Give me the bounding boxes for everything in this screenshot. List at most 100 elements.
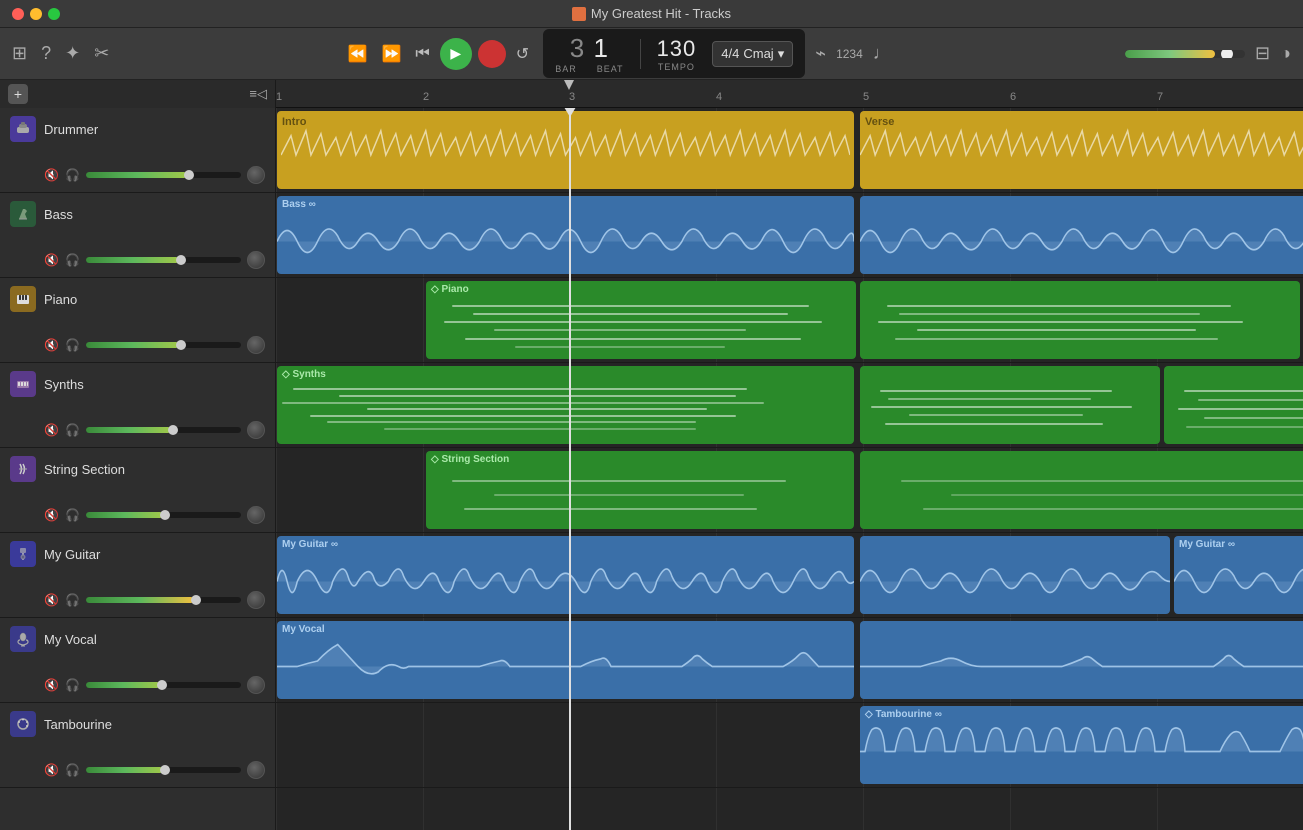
region-guitar-2[interactable] <box>860 536 1170 614</box>
tempo-value[interactable]: 130 <box>657 36 697 62</box>
mute-icon-piano[interactable]: 🔇 <box>44 338 59 352</box>
track-controls-piano: 🔇 🎧 <box>44 336 265 354</box>
headphone-icon-tambourine[interactable]: 🎧 <box>65 763 80 777</box>
headphone-icon-string-section[interactable]: 🎧 <box>65 508 80 522</box>
region-guitar-1[interactable]: My Guitar ∞ <box>277 536 854 614</box>
headphone-icon-piano[interactable]: 🎧 <box>65 338 80 352</box>
scissors-icon[interactable]: ✂ <box>94 43 109 64</box>
region-synths-1[interactable]: ◇ Synths <box>277 366 854 444</box>
mute-icon-tambourine[interactable]: 🔇 <box>44 763 59 777</box>
library-icon[interactable]: ⊞ <box>12 43 27 64</box>
timeline-row-my-vocal[interactable]: My Vocal My V <box>276 618 1303 703</box>
go-to-start-button[interactable]: ⏮ <box>411 43 433 65</box>
track-top-synths: Synths <box>10 371 265 397</box>
titlebar-buttons[interactable] <box>12 8 60 20</box>
metronome-icon[interactable]: ♩ <box>873 43 891 64</box>
smart-controls-right-icon[interactable]: ◑ <box>1280 43 1291 64</box>
mute-icon-string-section[interactable]: 🔇 <box>44 508 59 522</box>
track-item-bass[interactable]: Bass 🔇 🎧 <box>0 193 275 278</box>
headphone-icon-my-guitar[interactable]: 🎧 <box>65 593 80 607</box>
help-icon[interactable]: ? <box>41 43 51 64</box>
timeline-row-my-guitar[interactable]: My Guitar ∞ My Guitar ∞ <box>276 533 1303 618</box>
master-volume-slider[interactable] <box>1125 50 1245 58</box>
time-sig-display[interactable]: 4/4 Cmaj ▾ <box>712 41 793 67</box>
track-pan-knob-string-section[interactable] <box>247 506 265 524</box>
track-fader-synths[interactable] <box>86 427 241 433</box>
mute-icon-bass[interactable]: 🔇 <box>44 253 59 267</box>
timeline-row-tambourine[interactable]: ◇ Tambourine ∞ <box>276 703 1303 788</box>
timeline-row-bass[interactable]: Bass ∞ Bass ∞ <box>276 193 1303 278</box>
track-item-piano[interactable]: Piano 🔇 🎧 <box>0 278 275 363</box>
track-pan-knob-drummer[interactable] <box>247 166 265 184</box>
mute-icon-my-guitar[interactable]: 🔇 <box>44 593 59 607</box>
timeline-row-synths[interactable]: ◇ Synths <box>276 363 1303 448</box>
track-pan-knob-synths[interactable] <box>247 421 265 439</box>
track-name-my-vocal: My Vocal <box>44 632 97 647</box>
region-vocal-1[interactable]: My Vocal <box>277 621 854 699</box>
track-fader-drummer[interactable] <box>86 172 241 178</box>
region-synths-2[interactable] <box>860 366 1160 444</box>
cycle-button[interactable]: ↺ <box>512 42 533 66</box>
mixer-icon[interactable]: ⊟ <box>1255 43 1270 64</box>
mute-icon-synths[interactable]: 🔇 <box>44 423 59 437</box>
track-fader-bass[interactable] <box>86 257 241 263</box>
region-drummer-verse[interactable]: Verse <box>860 111 1303 189</box>
fast-forward-button[interactable]: ⏩ <box>377 42 405 66</box>
tune-icon[interactable]: ⌁ <box>815 43 826 64</box>
track-item-string-section[interactable]: String Section 🔇 🎧 <box>0 448 275 533</box>
timeline-row-piano[interactable]: ◇ Piano <box>276 278 1303 363</box>
region-tambourine-1[interactable]: ◇ Tambourine ∞ <box>860 706 1303 784</box>
track-name-bass: Bass <box>44 207 73 222</box>
region-synths-3[interactable] <box>1164 366 1303 444</box>
smart-controls-icon[interactable]: ✦ <box>65 43 80 64</box>
headphone-icon-my-vocal[interactable]: 🎧 <box>65 678 80 692</box>
track-fader-string-section[interactable] <box>86 512 241 518</box>
track-item-synths[interactable]: Synths 🔇 🎧 <box>0 363 275 448</box>
track-icon-tambourine <box>10 711 36 737</box>
play-button[interactable]: ▶ <box>440 38 472 70</box>
timeline-row-drummer[interactable]: Intro // We'll do inline CSS shapes inst… <box>276 108 1303 193</box>
region-string-section-2[interactable] <box>860 451 1303 529</box>
track-fader-my-guitar[interactable] <box>86 597 241 603</box>
minimize-button[interactable] <box>30 8 42 20</box>
track-fader-my-vocal[interactable] <box>86 682 241 688</box>
timeline-row-string-section[interactable]: ◇ String Section <box>276 448 1303 533</box>
close-button[interactable] <box>12 8 24 20</box>
smart-controls-toggle[interactable]: ≡◁ <box>249 86 267 102</box>
mute-icon-my-vocal[interactable]: 🔇 <box>44 678 59 692</box>
headphone-icon-synths[interactable]: 🎧 <box>65 423 80 437</box>
maximize-button[interactable] <box>48 8 60 20</box>
region-piano-1[interactable]: ◇ Piano <box>426 281 856 359</box>
region-string-section-1[interactable]: ◇ String Section <box>426 451 854 529</box>
region-guitar-3[interactable]: My Guitar ∞ <box>1174 536 1303 614</box>
track-icon-synths <box>10 371 36 397</box>
rewind-button[interactable]: ⏪ <box>344 42 372 66</box>
track-fader-tambourine[interactable] <box>86 767 241 773</box>
track-pan-knob-my-vocal[interactable] <box>247 676 265 694</box>
track-fader-piano[interactable] <box>86 342 241 348</box>
region-piano-2[interactable] <box>860 281 1300 359</box>
volume-knob[interactable] <box>1221 50 1233 58</box>
tempo-display: 130 TEMPO <box>657 36 697 72</box>
mute-icon-drummer[interactable]: 🔇 <box>44 168 59 182</box>
track-pan-knob-piano[interactable] <box>247 336 265 354</box>
bar-label: BAR <box>555 64 577 74</box>
timeline-area: Intro // We'll do inline CSS shapes inst… <box>276 108 1303 830</box>
region-bass-1[interactable]: Bass ∞ <box>277 196 854 274</box>
region-bass-2[interactable] <box>860 196 1303 274</box>
track-item-drummer[interactable]: Drummer 🔇 🎧 <box>0 108 275 193</box>
region-vocal-2[interactable] <box>860 621 1303 699</box>
add-track-button[interactable]: + <box>8 84 28 104</box>
ruler-mark-4: 4 <box>716 91 722 103</box>
track-item-my-vocal[interactable]: My Vocal 🔇 🎧 <box>0 618 275 703</box>
track-item-my-guitar[interactable]: My Guitar 🔇 🎧 <box>0 533 275 618</box>
track-pan-knob-bass[interactable] <box>247 251 265 269</box>
beat-display: 1 <box>594 33 609 63</box>
track-item-tambourine[interactable]: Tambourine 🔇 🎧 <box>0 703 275 788</box>
track-pan-knob-tambourine[interactable] <box>247 761 265 779</box>
headphone-icon-bass[interactable]: 🎧 <box>65 253 80 267</box>
headphone-icon-drummer[interactable]: 🎧 <box>65 168 80 182</box>
track-pan-knob-my-guitar[interactable] <box>247 591 265 609</box>
region-drummer-intro[interactable]: Intro // We'll do inline CSS shapes inst… <box>277 111 854 189</box>
record-button[interactable] <box>478 40 506 68</box>
